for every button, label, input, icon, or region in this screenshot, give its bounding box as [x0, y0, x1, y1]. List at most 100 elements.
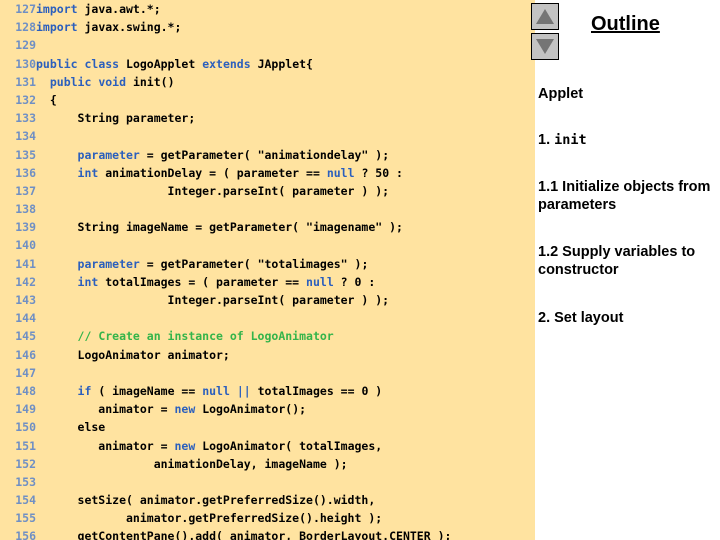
- code-token: {: [36, 92, 57, 107]
- code-line-text: {: [36, 93, 57, 107]
- line-number: 133: [15, 111, 36, 126]
- line-number: 147: [15, 365, 36, 380]
- code-line-text: String imageName = getParameter( "imagen…: [36, 220, 403, 234]
- outline-title: Outline: [591, 13, 660, 35]
- code-token: new: [174, 438, 203, 453]
- outline-item-label: 1.2 Supply variables to constructor: [538, 244, 696, 278]
- code-token: "totalimages": [257, 256, 348, 271]
- code-token: ||: [236, 383, 258, 398]
- code-line-text: String parameter;: [36, 111, 196, 126]
- code-token: LogoApplet: [126, 56, 203, 71]
- code-token: null: [326, 165, 355, 180]
- code-line: 128import javax.swing.*;: [0, 18, 535, 36]
- code-line: 132 {: [0, 91, 535, 109]
- code-line: 156 getContentPane().add( animator, Bord…: [0, 527, 535, 540]
- code-line-text: int animationDelay = ( parameter == null…: [36, 166, 403, 180]
- line-number: 132: [15, 92, 36, 107]
- code-token: public: [49, 74, 99, 89]
- code-token: else: [36, 420, 106, 435]
- line-number: 146: [15, 347, 36, 362]
- code-token: animator =: [36, 438, 175, 453]
- code-token: String parameter;: [36, 111, 196, 126]
- code-line-text: Integer.parseInt( parameter ) );: [36, 293, 390, 307]
- triangle-down-icon: [536, 39, 554, 54]
- scroll-down-button[interactable]: [531, 33, 559, 60]
- code-line-text: import java.awt.*;: [36, 2, 161, 16]
- line-number: 140: [15, 238, 36, 253]
- code-token: = getParameter(: [146, 147, 258, 162]
- code-line: 133 String parameter;: [0, 109, 535, 127]
- line-number: 150: [15, 420, 36, 435]
- code-token: int: [77, 274, 106, 289]
- code-line: 153: [0, 473, 535, 491]
- code-token: LogoAnimator();: [202, 402, 307, 417]
- code-line-text: else: [36, 420, 106, 435]
- code-line-text: public class LogoApplet extends JApplet{: [36, 57, 313, 71]
- line-number: 134: [15, 129, 36, 144]
- outline-item[interactable]: 1.2 Supply variables to constructor: [538, 244, 718, 279]
- code-line: 145 // Create an instance of LogoAnimato…: [0, 327, 535, 345]
- line-number: 155: [15, 511, 36, 526]
- line-number: 148: [15, 383, 36, 398]
- code-token: );: [382, 220, 403, 235]
- code-line: 149 animator = new LogoAnimator();: [0, 400, 535, 418]
- code-line-text: if ( imageName == null || totalImages ==…: [36, 383, 383, 398]
- scroll-up-button[interactable]: [531, 3, 559, 30]
- code-line: 139 String imageName = getParameter( "im…: [0, 218, 535, 236]
- outline-panel: Outline Applet 1. init 1.1 Initialize obje…: [531, 0, 720, 540]
- code-token: );: [368, 147, 390, 162]
- code-token: parameter: [77, 147, 147, 162]
- code-line-text: parameter = getParameter( "animationdela…: [36, 147, 390, 162]
- code-line: 152 animationDelay, imageName );: [0, 455, 535, 473]
- code-editor-panel[interactable]: 127import java.awt.*; 128import javax.swi…: [0, 0, 535, 540]
- line-number: 127: [15, 2, 36, 16]
- code-line: 154 setSize( animator.getPreferredSize()…: [0, 491, 535, 509]
- code-line-text: setSize( animator.getPreferredSize().wid…: [36, 493, 376, 507]
- outline-item[interactable]: Applet: [538, 86, 718, 104]
- code-line: 155 animator.getPreferredSize().height )…: [0, 509, 535, 527]
- line-number: 141: [15, 256, 36, 271]
- code-token: "animationdelay": [257, 147, 369, 162]
- code-line: 134: [0, 127, 535, 145]
- outline-item[interactable]: 1. init: [538, 132, 718, 150]
- code-token: animator =: [36, 402, 175, 417]
- line-number: 128: [15, 20, 36, 35]
- code-token: totalImages = ( parameter ==: [105, 274, 307, 289]
- code-token: );: [347, 256, 369, 271]
- code-line: 130public class LogoApplet extends JAppl…: [0, 55, 535, 73]
- code-token: new: [174, 402, 203, 417]
- line-number: 137: [15, 183, 36, 198]
- code-line-text: int totalImages = ( parameter == null ? …: [36, 274, 376, 289]
- outline-item[interactable]: 2. Set layout: [538, 310, 718, 328]
- line-number: 138: [15, 202, 36, 217]
- line-number: 129: [15, 38, 36, 53]
- code-line: 136 int animationDelay = ( parameter == …: [0, 164, 535, 182]
- code-line: 135 parameter = getParameter( "animation…: [0, 146, 535, 164]
- code-line: 140: [0, 236, 535, 254]
- code-token: // Create an instance of LogoAnimator: [77, 329, 334, 344]
- code-line: 131 public void init(): [0, 73, 535, 91]
- line-number: 139: [15, 220, 36, 235]
- code-line: 151 animator = new LogoAnimator( totalIm…: [0, 437, 535, 455]
- code-line: 127import java.awt.*;: [0, 0, 535, 18]
- code-line-text: Integer.parseInt( parameter ) );: [36, 184, 390, 198]
- code-token: JApplet{: [257, 56, 313, 71]
- code-line: 147: [0, 364, 535, 382]
- line-number: 144: [15, 311, 36, 326]
- code-token: null: [202, 383, 237, 398]
- code-token: javax.swing.*;: [84, 20, 182, 35]
- code-line: 146 LogoAnimator animator;: [0, 346, 535, 364]
- code-token: totalImages == 0 ): [257, 383, 383, 398]
- code-token: init(): [132, 74, 175, 89]
- line-number: 135: [15, 147, 36, 162]
- outline-item[interactable]: 1.1 Initialize objects from parameters: [538, 179, 718, 214]
- line-number: 130: [15, 56, 36, 71]
- code-line-text: animator = new LogoAnimator( totalImages…: [36, 439, 382, 453]
- code-token: ? 0 :: [333, 274, 376, 289]
